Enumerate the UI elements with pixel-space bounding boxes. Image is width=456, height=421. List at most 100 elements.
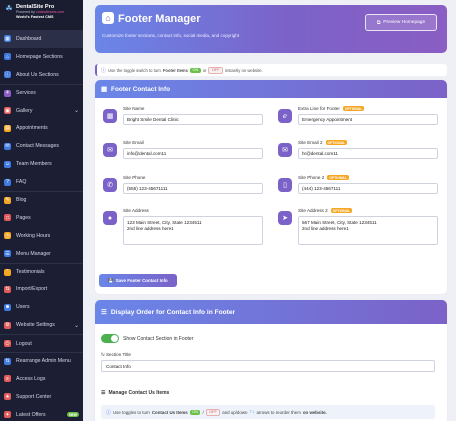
sidebar-item-label: Team Members [16,161,52,168]
image-icon: ▣ [4,107,11,114]
sidebar-item-label: Appointments [16,125,48,132]
user-icon: ☻ [4,303,11,311]
envelope-open-icon: ✉ [278,143,292,157]
sidebar-item-about-us-sections[interactable]: ⓘ About Us Sections [0,66,83,84]
sidebar-item-logout[interactable]: ⏻ Logout [0,334,83,352]
sidebar-item-services[interactable]: ⚘ Services [0,83,83,102]
site-phone-field: ✆ Site Phone [103,175,263,194]
on-tag: ON [189,409,201,415]
optional-badge: OPTIONAL [330,208,353,214]
list-ul-icon: ☰ [101,390,106,396]
log-icon: ≡ [4,375,11,383]
sidebar-item-label: Access Logs [16,375,46,382]
sidebar-item-label: Dashboard [16,35,42,42]
site-phone-2-input[interactable] [298,183,438,195]
up-down-arrows-icon: ↑↓ [249,409,255,415]
mail-icon: ✉ [4,142,11,150]
optional-badge: OPTIONAL [327,175,349,181]
sidebar-item-label: Latest Offers [16,411,46,418]
off-tag: OFF [208,66,224,74]
brand[interactable]: ☘ DentalSite Pro Powered by codeaibrains… [0,0,83,30]
import-icon: ⇅ [4,285,11,293]
sidebar-item-appointments[interactable]: ▤ Appointments [0,119,83,137]
manage-contact-title: ☰ Manage Contact Us Items [101,390,170,396]
heading-icon: ℕ [101,352,105,357]
footer-contact-info-card: ▦ Footer Contact Info ▦ Site Name ℯ Extr… [95,80,447,294]
site-address-textarea[interactable]: 123 Main Street, City, State 1234511 2nd… [123,216,263,245]
sidebar-item-users[interactable]: ☻ Users [0,298,83,316]
sidebar-item-import-export[interactable]: ⇅ Import/Export [0,280,83,298]
sidebar-item-label: Support Center [16,393,52,400]
blog-icon: ✎ [4,196,11,204]
display-order-card: ☰ Display Order for Contact Info in Foot… [95,300,447,421]
sidebar-item-label: Users [16,304,30,311]
phone-icon: ✆ [103,178,117,192]
site-email-input[interactable] [123,148,263,159]
sidebar-item-label: Contact Messages [16,143,59,150]
sidebar-item-label: Import/Export [16,286,48,293]
site-email-2-input[interactable] [298,148,438,160]
sidebar-item-rearrange-admin-menu[interactable]: ⇅ Rearrange Admin Menu [0,352,83,370]
sidebar-item-label: Testimonials [16,269,45,276]
sidebar-item-homepage-sections[interactable]: ⌂ Homepage Sections [0,48,83,66]
sidebar-item-label: FAQ [16,179,27,186]
site-email-2-field: ✉ Site Email 2 OPTIONAL [278,140,438,160]
extra-line-input[interactable] [298,114,438,126]
sidebar-item-working-hours[interactable]: ◷ Working Hours [0,227,83,245]
sidebar-item-label: Homepage Sections [16,53,63,60]
info-icon: ⓘ [4,71,11,79]
site-address-2-field: ➤ Site Address 2 OPTIONAL 567 Main Street… [278,208,438,246]
site-name-input[interactable] [123,114,263,125]
page-title: Footer Manager [118,13,201,25]
site-phone-2-field: ▯ Site Phone 2 OPTIONAL [278,175,438,195]
preview-homepage-button[interactable]: ⧉ Preview Homepage [365,14,437,31]
sidebar-item-contact-messages[interactable]: ✉ Contact Messages [0,137,83,155]
building-icon: ▦ [103,109,117,123]
sidebar-item-label: About Us Sections [16,71,59,78]
chevron-down-icon[interactable]: ⌄ [74,107,79,114]
optional-badge: OPTIONAL [342,106,365,112]
card-header: ▦ Footer Contact Info [95,80,447,98]
save-icon: 💾 [108,277,114,283]
off-tag: OFF [205,408,221,416]
text-icon: ℯ [278,109,292,123]
section-title-input[interactable] [101,360,435,372]
sidebar-item-access-logs[interactable]: ≡ Access Logs [0,370,83,388]
address-card-icon: ▦ [101,86,108,93]
calendar-icon: ▤ [4,124,11,132]
sort-icon: ⇅ [4,357,11,365]
new-badge: NEW [67,412,79,418]
info-icon: ⓘ [101,67,107,74]
sidebar-item-testimonials[interactable]: “ Testimonials [0,262,83,281]
home-icon: ⌂ [4,53,11,61]
users-icon: ☺ [4,160,11,168]
site-address-2-textarea[interactable]: 567 Main Street, City, State 1234511 2nd… [298,216,438,246]
sidebar-item-latest-offers[interactable]: ✦ Latest Offers NEW [0,406,83,421]
sidebar-item-blog[interactable]: ✎ Blog [0,191,83,209]
show-contact-toggle[interactable] [101,334,119,343]
sidebar-item-website-settings[interactable]: ⚙ Website Settings ⌄ [0,316,83,334]
page-header: ⌂ Footer Manager Customize footer sectio… [95,5,447,53]
sidebar-item-faq[interactable]: ? FAQ [0,173,83,191]
sidebar-item-label: Logout [16,340,32,347]
sidebar-item-gallery[interactable]: ▣ Gallery ⌄ [0,102,83,120]
save-footer-contact-button[interactable]: 💾 Save Footer Contact Info [99,274,177,287]
sidebar-item-team-members[interactable]: ☺ Team Members [0,155,83,173]
on-tag: ON [190,67,201,73]
sidebar-item-label: Working Hours [16,232,51,239]
sidebar-item-menu-manager[interactable]: ☰ Menu Manager [0,245,83,263]
location-arrow-icon: ➤ [278,211,292,225]
chevron-down-icon[interactable]: ⌄ [74,322,79,329]
support-icon: ★ [4,393,11,401]
sidebar-item-pages[interactable]: □ Pages [0,209,83,227]
section-title-label: ℕ Section Title [101,352,131,357]
sidebar-item-label: Rearrange Admin Menu [16,358,71,365]
sidebar-item-support-center[interactable]: ★ Support Center [0,388,83,406]
site-phone-input[interactable] [123,183,263,194]
envelope-icon: ✉ [103,143,117,157]
site-address-field: ● Site Address 123 Main Street, City, St… [103,208,263,245]
home-icon: ⌂ [102,12,114,24]
sidebar-item-dashboard[interactable]: ▦ Dashboard [0,30,83,48]
card-header: ☰ Display Order for Contact Info in Foot… [95,300,447,324]
page-subtitle: Customize footer sections, contact info,… [102,33,240,38]
